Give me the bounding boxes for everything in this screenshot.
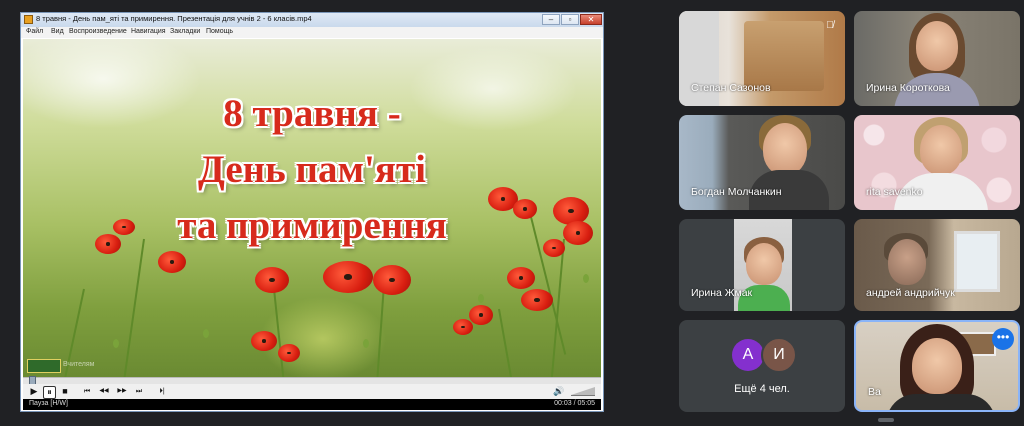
- participant-tile[interactable]: Богдан Молчанкин: [679, 115, 845, 210]
- playback-state: Пауза [H/W]: [29, 400, 68, 407]
- participant-tile[interactable]: Ирина Короткова: [854, 11, 1020, 106]
- participant-tile[interactable]: rita savenko: [854, 115, 1020, 210]
- volume-icon[interactable]: 🔊: [553, 386, 565, 397]
- participant-name: Ва: [868, 386, 881, 398]
- participant-avatar: И: [761, 337, 797, 373]
- more-participants-tile[interactable]: [679, 320, 845, 412]
- menu-file[interactable]: Файл: [26, 28, 43, 35]
- window-title: 8 травня - День пам_яті та примирення. П…: [36, 14, 312, 23]
- participant-name: Степан Сазонов: [691, 82, 771, 94]
- poppy-flower: [251, 331, 277, 351]
- poppy-stem: [376, 283, 385, 377]
- rewind-button[interactable]: ◀◀: [97, 386, 111, 397]
- person-face: [763, 123, 807, 175]
- playback-time: 00:03 / 05:05: [554, 400, 595, 407]
- player-app-icon: [24, 15, 33, 24]
- page-indicator: [878, 418, 894, 422]
- person-face: [746, 243, 782, 285]
- close-button[interactable]: ✕: [580, 14, 602, 25]
- poppy-flower: [453, 319, 473, 335]
- more-participants-label: Ещё 4 чел.: [734, 383, 790, 395]
- poppy-stem: [273, 288, 285, 377]
- pause-button[interactable]: ⏸: [43, 386, 56, 399]
- channel-logo: [27, 359, 61, 373]
- background-window: [954, 231, 1000, 292]
- menu-bookmarks[interactable]: Закладки: [170, 28, 200, 35]
- participant-name: rita savenko: [866, 186, 923, 198]
- playback-controls: ▶ ⏸ ■ ⏮ ◀◀ ▶▶ ⏭ ⏵| 🔊: [23, 384, 601, 399]
- person-face: [888, 239, 926, 285]
- poppy-stem: [123, 238, 145, 377]
- more-options-icon[interactable]: •••: [992, 328, 1014, 350]
- next-button[interactable]: ⏭: [133, 386, 145, 397]
- video-frame[interactable]: 8 травня - День пам'яті та примирення Вч…: [23, 39, 601, 377]
- play-button[interactable]: ▶: [28, 386, 40, 397]
- poppy-flower: [158, 251, 186, 273]
- participant-tile[interactable]: 🎙̸ Степан Сазонов: [679, 11, 845, 106]
- participant-avatar: А: [732, 339, 764, 371]
- menu-bar: Файл Вид Воспроизведение Навигация Закла…: [21, 27, 603, 38]
- background-shelf: [744, 21, 824, 91]
- participant-tile[interactable]: Ирина Жмак: [679, 219, 845, 311]
- person-shirt: [886, 394, 996, 410]
- person-face: [912, 338, 962, 394]
- participant-name: Ирина Жмак: [691, 287, 753, 299]
- mic-off-icon: 🎙̸: [826, 20, 834, 31]
- menu-navigation[interactable]: Навигация: [131, 28, 166, 35]
- fast-forward-button[interactable]: ▶▶: [115, 386, 129, 397]
- channel-watermark: Вчителям: [63, 361, 95, 368]
- participant-name: Ирина Короткова: [866, 82, 950, 94]
- person-face: [920, 125, 962, 175]
- participant-tile[interactable]: андрей андрийчук: [854, 219, 1020, 311]
- poppy-bud: [478, 294, 484, 303]
- status-bar: Пауза [H/W] 00:03 / 05:05: [23, 399, 601, 410]
- video-title-line-2: День пам'яті: [198, 148, 426, 191]
- poppy-flower: [278, 344, 300, 362]
- poppy-bud: [583, 274, 589, 283]
- poppy-bud: [113, 339, 119, 348]
- poppy-flower: [373, 265, 411, 295]
- poppy-flower: [255, 267, 289, 293]
- participant-name: андрей андрийчук: [866, 287, 955, 299]
- minimize-button[interactable]: –: [542, 14, 560, 25]
- poppy-bud: [363, 339, 369, 348]
- menu-view[interactable]: Вид: [51, 28, 64, 35]
- video-title-line-3: та примирення: [177, 204, 447, 247]
- menu-playback[interactable]: Воспроизведение: [69, 28, 127, 35]
- self-view-tile[interactable]: ••• Ва: [854, 320, 1020, 412]
- seek-bar[interactable]: [23, 376, 601, 386]
- poppy-bud: [203, 329, 209, 338]
- video-title-line-1: 8 травня -: [223, 92, 401, 135]
- media-player-window: 8 травня - День пам_яті та примирення. П…: [20, 12, 604, 412]
- maximize-button[interactable]: ▫: [561, 14, 579, 25]
- poppy-flower: [469, 305, 493, 325]
- window-titlebar[interactable]: 8 травня - День пам_яті та примирення. П…: [21, 13, 603, 27]
- poppy-stem: [498, 308, 513, 377]
- poppy-flower: [507, 267, 535, 289]
- menu-help[interactable]: Помощь: [206, 28, 233, 35]
- participant-name: Богдан Молчанкин: [691, 186, 782, 198]
- frame-step-button[interactable]: ⏵|: [155, 386, 169, 397]
- volume-slider[interactable]: [571, 387, 595, 396]
- poppy-flower: [521, 289, 553, 311]
- poppy-flower: [323, 261, 373, 293]
- person-face: [916, 21, 958, 71]
- previous-button[interactable]: ⏮: [81, 386, 93, 397]
- stop-button[interactable]: ■: [59, 386, 71, 397]
